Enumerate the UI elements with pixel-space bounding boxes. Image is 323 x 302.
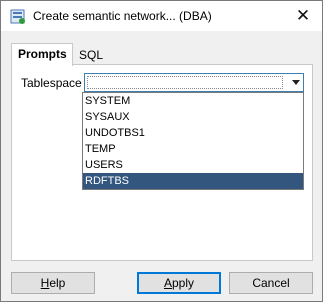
apply-label: pply [172,276,195,290]
tablespace-label: Tablespace [21,76,82,90]
dropdown-option-undotbs1[interactable]: UNDOTBS1 [83,125,303,141]
close-button[interactable]: ✕ [292,5,314,27]
semantic-network-icon [10,9,26,25]
dropdown-option-temp[interactable]: TEMP [83,141,303,157]
tablespace-combobox[interactable] [84,73,304,92]
tablespace-value [87,76,283,89]
help-button[interactable]: Help [11,272,95,294]
dialog-window: Create semantic network... (DBA) ✕ Promp… [0,0,323,302]
window-title: Create semantic network... (DBA) [33,9,212,23]
dropdown-option-system[interactable]: SYSTEM [83,93,303,109]
tab-prompts[interactable]: Prompts [11,43,73,66]
dropdown-option-sysaux[interactable]: SYSAUX [83,109,303,125]
tablespace-dropdown-list: SYSTEM SYSAUX UNDOTBS1 TEMP USERS RDFTBS [82,92,304,190]
apply-button[interactable]: Apply [137,272,221,294]
chevron-down-icon[interactable] [292,80,300,85]
title-bar: Create semantic network... (DBA) ✕ [1,1,322,31]
help-label: elp [49,276,66,290]
apply-mnemonic: A [163,276,172,290]
dropdown-option-users[interactable]: USERS [83,157,303,173]
cancel-button[interactable]: Cancel [229,272,313,294]
dropdown-option-rdftbs[interactable]: RDFTBS [83,173,303,189]
